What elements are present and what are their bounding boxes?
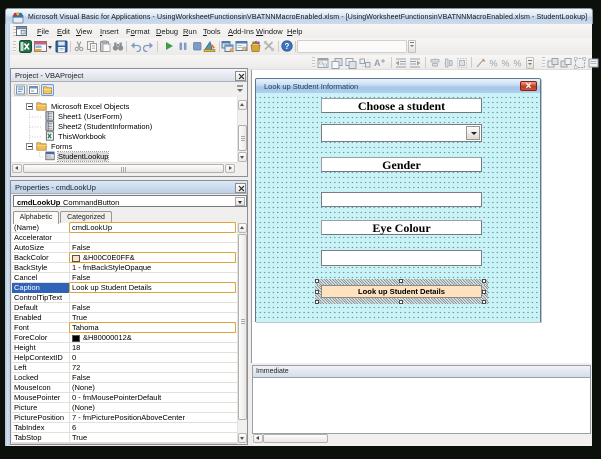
svg-text:%: %: [514, 58, 522, 68]
svg-text:A: A: [374, 58, 381, 68]
svg-text:%: %: [490, 58, 498, 68]
svg-text:?: ?: [285, 42, 290, 51]
svg-text:%: %: [502, 58, 510, 68]
